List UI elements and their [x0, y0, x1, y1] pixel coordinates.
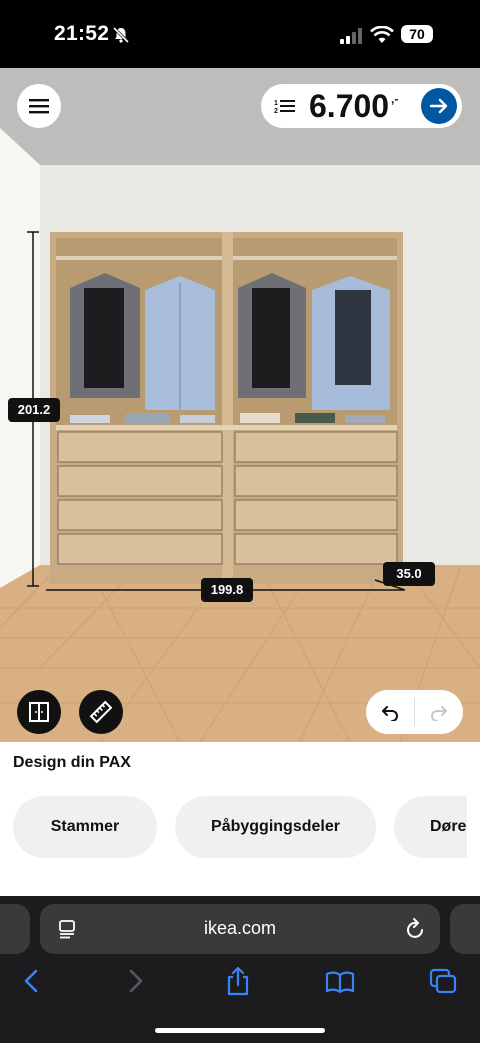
- toggle-measurements-button[interactable]: [79, 690, 123, 734]
- home-indicator: [155, 1028, 325, 1033]
- status-time: 21:52: [54, 22, 110, 45]
- url-text: ikea.com: [203, 918, 277, 938]
- category-chip-pabyggingsdeler[interactable]: Påbyggingsdeler: [175, 796, 376, 858]
- undo-redo-group: [366, 690, 463, 734]
- next-tab[interactable]: [450, 904, 480, 954]
- undo-button[interactable]: [366, 690, 414, 734]
- reload-icon[interactable]: [406, 918, 426, 940]
- category-chip-clip: Døre: [394, 796, 467, 858]
- browser-toolbar: ikea.com: [0, 896, 480, 1043]
- hamburger-menu-icon: [29, 99, 49, 114]
- price-summary[interactable]: 1 2 6.700 ,-: [261, 84, 462, 128]
- tabs-icon[interactable]: [429, 968, 457, 994]
- back-icon[interactable]: [22, 969, 42, 993]
- redo-icon: [431, 706, 447, 721]
- previous-tab[interactable]: [0, 904, 30, 954]
- width-dimension-label[interactable]: 199.8: [201, 578, 253, 602]
- wardrobe-frame-icon: [29, 702, 49, 722]
- checkout-button[interactable]: [421, 88, 457, 124]
- depth-dimension-label[interactable]: 35.0: [383, 562, 435, 586]
- arrow-right-icon: [430, 98, 448, 114]
- category-chip-stammer[interactable]: Stammer: [13, 796, 157, 858]
- battery-indicator: 70: [401, 25, 433, 43]
- category-chip-dorer[interactable]: Døre: [394, 796, 467, 858]
- height-dimension-label[interactable]: 201.2: [8, 398, 60, 422]
- price-suffix: ,-: [391, 92, 399, 106]
- menu-button[interactable]: [17, 84, 61, 128]
- panel-title: Design din PAX: [13, 754, 131, 771]
- toggle-doors-button[interactable]: [17, 690, 61, 734]
- silent-bell-icon: [112, 26, 130, 44]
- ruler-icon: [89, 700, 113, 724]
- total-price: 6.700: [309, 88, 390, 124]
- room-render: [0, 68, 480, 742]
- address-bar[interactable]: ikea.com: [40, 904, 440, 954]
- numbered-list-icon: 1 2: [274, 100, 295, 114]
- bookmarks-icon[interactable]: [325, 971, 355, 993]
- share-icon[interactable]: [225, 966, 251, 996]
- signal-icon: [340, 28, 362, 44]
- wardrobe-3d-view[interactable]: 1 2 6.700 ,- 201.2 199.8 35.0: [0, 68, 480, 742]
- forward-icon[interactable]: [125, 969, 145, 993]
- svg-text:1: 1: [274, 100, 278, 107]
- undo-icon: [382, 706, 398, 721]
- redo-button[interactable]: [415, 690, 463, 734]
- wifi-icon: [370, 26, 394, 43]
- svg-text:2: 2: [274, 108, 278, 114]
- status-bar: 21:52 70: [0, 0, 480, 68]
